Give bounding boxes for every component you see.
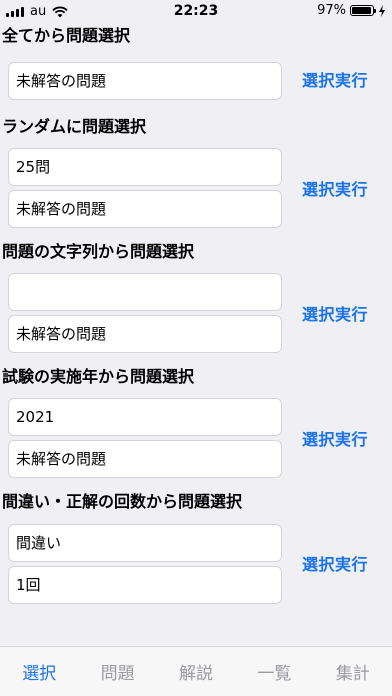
answer-count-field[interactable]: 1回	[8, 566, 282, 604]
search-text-input[interactable]	[8, 273, 282, 311]
exam-year-field[interactable]: 2021	[8, 398, 282, 436]
execute-all-button[interactable]: 選択実行	[302, 71, 368, 91]
tab-questions[interactable]: 問題	[83, 659, 153, 684]
section-title-all: 全てから問題選択	[2, 26, 131, 45]
status-filter-field[interactable]: 未解答の問題	[8, 440, 282, 478]
battery-icon	[350, 5, 376, 16]
execute-exam-year-button[interactable]: 選択実行	[302, 430, 368, 450]
tab-list[interactable]: 一覧	[239, 659, 309, 684]
section-title-exam-year: 試験の実施年から問題選択	[2, 367, 195, 386]
tab-explanation[interactable]: 解説	[161, 659, 231, 684]
tab-select[interactable]: 選択	[4, 659, 74, 684]
execute-random-button[interactable]: 選択実行	[302, 180, 368, 200]
section-title-random: ランダムに問題選択	[2, 117, 147, 136]
status-filter-field[interactable]: 未解答の問題	[8, 190, 282, 228]
status-filter-field[interactable]: 未解答の問題	[8, 62, 282, 100]
execute-text-search-button[interactable]: 選択実行	[302, 305, 368, 325]
execute-answer-count-button[interactable]: 選択実行	[302, 555, 368, 575]
status-bar: au 22:23 97%	[0, 0, 392, 22]
tab-summary[interactable]: 集計	[318, 659, 388, 684]
result-type-field[interactable]: 間違い	[8, 524, 282, 562]
status-right: 97%	[317, 3, 386, 18]
status-filter-field[interactable]: 未解答の問題	[8, 315, 282, 353]
tab-bar: 選択 問題 解説 一覧 集計	[0, 646, 392, 696]
battery-percent: 97%	[317, 3, 346, 18]
charging-bolt-icon	[379, 4, 385, 17]
question-count-field[interactable]: 25問	[8, 148, 282, 186]
section-title-text-search: 問題の文字列から問題選択	[2, 242, 195, 261]
battery-fill	[352, 7, 372, 14]
section-title-answer-count: 間違い・正解の回数から問題選択	[2, 492, 243, 511]
